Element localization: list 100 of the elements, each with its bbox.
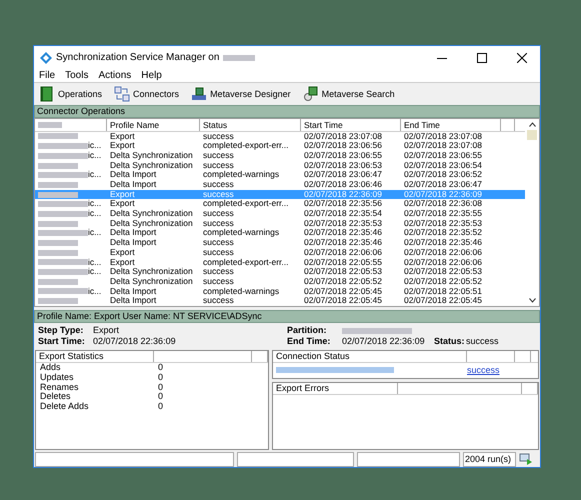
table-row[interactable]: ic... Delta Import completed-warnings 02/07/2018 22:05:45 02/07/2018 22:05:51 — [35, 286, 525, 296]
table-cell-text: 02/07/2018 22:35:56 — [303, 199, 383, 210]
table-cell-text: completed-warnings — [202, 170, 280, 180]
toolbar-button[interactable]: Connectors — [112, 84, 182, 103]
table-cell-text: 02/07/2018 22:35:53 — [303, 218, 383, 228]
column-header[interactable]: Export Errors — [273, 382, 398, 394]
table-cell-text: Delta Import — [109, 238, 158, 248]
table-cell-text: 02/07/2018 23:06:55 — [403, 150, 483, 161]
toolbar-button[interactable]: Metaverse Search — [300, 84, 397, 103]
field-label: Start Time: — [38, 336, 86, 346]
table-cell-text: completed-export-err... — [202, 141, 290, 151]
stat-label: Adds — [40, 362, 62, 373]
table-cell-text: 02/07/2018 23:07:08 — [403, 141, 483, 151]
table-cell-text: success — [202, 190, 235, 200]
status-link[interactable]: success — [467, 364, 500, 375]
table-row[interactable]: ic... Export completed-export-err... 02/07/2018 23:06:56 02/07/2018 23:07:08 — [35, 141, 525, 151]
menu-item[interactable]: Help — [141, 70, 162, 82]
table-cell-text: 02/07/2018 22:05:45 — [303, 286, 383, 296]
section-header: Connector Operations — [34, 104, 540, 118]
toolbar-button[interactable]: Metaverse Designer — [189, 84, 293, 103]
table-row[interactable]: ic... Delta Synchronization success 02/07/2018 23:06:55 02/07/2018 23:06:55 — [35, 150, 525, 161]
field-value: 02/07/2018 22:36:09 — [342, 336, 426, 346]
table-row[interactable]: Export success 02/07/2018 23:07:08 02/07/2018 23:07:08 — [35, 132, 525, 142]
column-header[interactable]: Profile Name — [107, 118, 200, 131]
redacted-text — [38, 240, 78, 246]
network-icon — [519, 453, 533, 466]
maximize-icon — [477, 52, 487, 62]
window-title: Synchronization Service Manager on — [56, 52, 220, 63]
table-cell-text: success — [202, 160, 235, 170]
menu-item[interactable]: Actions — [98, 70, 132, 82]
table-cell-text: completed-warnings — [202, 286, 280, 296]
name-suffix: ic... — [88, 209, 102, 219]
menu-item[interactable]: File — [39, 70, 56, 82]
table-row[interactable]: Delta Synchronization success 02/07/2018 23:06:53 02/07/2018 23:06:54 — [35, 160, 525, 170]
stat-value: 0 — [158, 392, 164, 402]
table-row[interactable]: ic... Delta Synchronization success 02/07/2018 22:35:54 02/07/2018 22:35:55 — [35, 209, 525, 219]
redacted-text — [223, 54, 256, 60]
status-text: 2004 run(s) — [463, 452, 516, 467]
menu-item[interactable]: Tools — [65, 70, 88, 82]
column-header[interactable] — [35, 118, 107, 131]
table-cell-text: Delta Synchronization — [109, 218, 194, 228]
table-cell-text: completed-warnings — [202, 228, 280, 238]
scroll-thumb[interactable] — [527, 130, 537, 140]
table-row[interactable]: Delta Synchronization success 02/07/2018 22:35:53 02/07/2018 22:35:53 — [35, 218, 525, 228]
table-row[interactable]: ic... Delta Import completed-warnings 02/07/2018 22:35:46 02/07/2018 22:35:52 — [35, 228, 525, 238]
table-cell-text: success — [202, 238, 235, 248]
stat-value: 0 — [158, 372, 164, 383]
redacted-text — [38, 143, 88, 150]
redacted-text — [38, 162, 78, 168]
column-header[interactable]: Start Time — [301, 118, 401, 131]
table-cell-text: success — [202, 180, 235, 190]
table-row[interactable]: ic... Delta Import completed-warnings 02/07/2018 23:06:47 02/07/2018 23:06:52 — [35, 170, 525, 180]
name-suffix: ic... — [88, 228, 102, 238]
table-cell-text: 02/07/2018 23:06:53 — [303, 160, 383, 170]
redacted-text — [342, 328, 412, 334]
table-cell-text: Export — [109, 132, 136, 142]
table-cell-text: 02/07/2018 23:06:52 — [403, 170, 483, 180]
column-header[interactable]: Export Statistics — [36, 350, 154, 362]
field-label: Step Type: — [38, 325, 84, 336]
table-cell-text: 02/07/2018 22:35:54 — [303, 209, 383, 219]
toolbar-button[interactable]: Operations — [37, 84, 104, 103]
table-cell-text: Delta Synchronization — [109, 276, 194, 287]
table-cell-text: 02/07/2018 22:06:06 — [303, 248, 383, 258]
table-row[interactable]: ic... Export completed-export-err... 02/07/2018 22:05:55 02/07/2018 22:06:06 — [35, 258, 525, 268]
table-cell-text: 02/07/2018 22:36:09 — [303, 190, 383, 200]
table-row[interactable]: ic... Delta Synchronization success 02/07/2018 22:05:53 02/07/2018 22:05:53 — [35, 267, 525, 277]
redacted-text — [38, 250, 78, 256]
table-cell-text: 02/07/2018 23:06:46 — [303, 180, 383, 190]
name-suffix: ic... — [88, 258, 102, 268]
table-row[interactable]: Delta Synchronization success 02/07/2018 22:05:52 02/07/2018 22:05:52 — [35, 276, 525, 287]
redacted-text — [38, 201, 88, 208]
redacted-text — [38, 172, 88, 178]
table-cell-text: Delta Synchronization — [109, 160, 194, 170]
table-cell-text: completed-export-err... — [202, 199, 290, 210]
redacted-text — [38, 230, 88, 236]
table-row[interactable]: Delta Import success 02/07/2018 23:06:46 02/07/2018 23:06:47 — [35, 180, 525, 190]
table-cell-text: 02/07/2018 22:06:06 — [403, 258, 483, 268]
name-suffix: ic... — [88, 170, 102, 180]
table-cell-text: 02/07/2018 23:06:55 — [303, 150, 383, 161]
table-row[interactable]: Export success 02/07/2018 22:06:06 02/07/2018 22:06:06 — [35, 248, 525, 258]
table-cell-text: Export — [109, 141, 136, 151]
column-header[interactable]: End Time — [401, 118, 501, 131]
table-cell-text: 02/07/2018 22:35:46 — [403, 238, 483, 248]
table-row[interactable]: ic... Export completed-export-err... 02/07/2018 22:35:56 02/07/2018 22:36:08 — [35, 199, 525, 210]
table-cell-text: 02/07/2018 22:36:09 — [403, 190, 483, 200]
stat-value: 0 — [158, 382, 164, 392]
table-cell-text: Delta Import — [109, 170, 156, 180]
table-row[interactable]: Delta Import success 02/07/2018 22:05:45 02/07/2018 22:05:45 — [35, 296, 525, 306]
table-cell-text: 02/07/2018 22:35:53 — [403, 218, 483, 228]
table-cell-text: Export — [109, 248, 135, 258]
column-header[interactable]: Status — [200, 118, 301, 131]
redacted-text — [38, 288, 88, 294]
magnifier-cube-icon — [302, 86, 319, 102]
table-cell-text: 02/07/2018 22:35:55 — [403, 209, 483, 219]
name-suffix: ic... — [88, 199, 102, 210]
field-label: Status: — [434, 336, 466, 346]
table-cell-text: 02/07/2018 22:05:53 — [403, 267, 483, 277]
table-cell-text: Delta Import — [109, 228, 156, 238]
table-row[interactable]: Delta Import success 02/07/2018 22:35:46 02/07/2018 22:35:46 — [35, 238, 525, 248]
column-header[interactable]: Connection Status — [273, 350, 467, 362]
